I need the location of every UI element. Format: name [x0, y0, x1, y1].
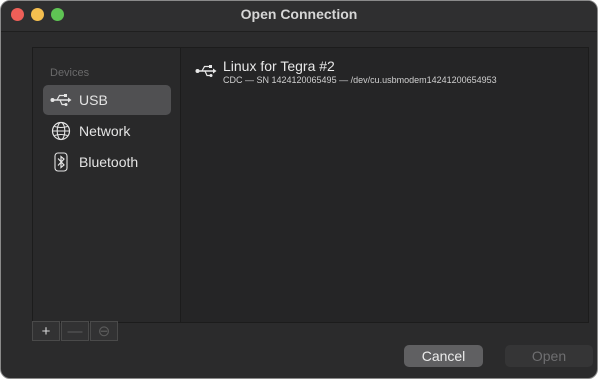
- sidebar-item-label: Network: [79, 123, 131, 139]
- usb-icon: [49, 88, 73, 112]
- usb-icon: [193, 64, 219, 80]
- title-bar: Open Connection: [1, 1, 597, 32]
- device-type-sidebar: Devices USB Network Bluetooth: [33, 48, 181, 322]
- device-name: Linux for Tegra #2: [223, 58, 335, 74]
- open-connection-window: Open Connection Devices USB Network Blue…: [0, 0, 598, 379]
- remove-device-button[interactable]: —: [61, 321, 89, 341]
- globe-icon: [49, 119, 73, 143]
- cancel-button[interactable]: Cancel: [404, 345, 483, 367]
- devices-section-header: Devices: [50, 67, 90, 79]
- device-list: Linux for Tegra #2 CDC — SN 142412006549…: [181, 48, 588, 322]
- more-options-button[interactable]: ⊖: [90, 321, 118, 341]
- add-device-button[interactable]: +: [32, 321, 60, 341]
- sidebar-item-usb[interactable]: USB: [43, 85, 171, 115]
- window-title: Open Connection: [240, 6, 358, 22]
- bluetooth-icon: [49, 150, 73, 174]
- open-button[interactable]: Open: [505, 345, 593, 367]
- device-toolbar: + — ⊖: [32, 321, 118, 341]
- sidebar-item-label: Bluetooth: [79, 154, 139, 170]
- connection-panel: Devices USB Network Bluetooth Linux for …: [32, 47, 589, 323]
- device-detail: CDC — SN 1424120065495 — /dev/cu.usbmode…: [223, 75, 497, 85]
- sidebar-item-bluetooth[interactable]: Bluetooth: [43, 147, 171, 177]
- sidebar-item-network[interactable]: Network: [43, 116, 171, 146]
- sidebar-item-label: USB: [79, 92, 108, 108]
